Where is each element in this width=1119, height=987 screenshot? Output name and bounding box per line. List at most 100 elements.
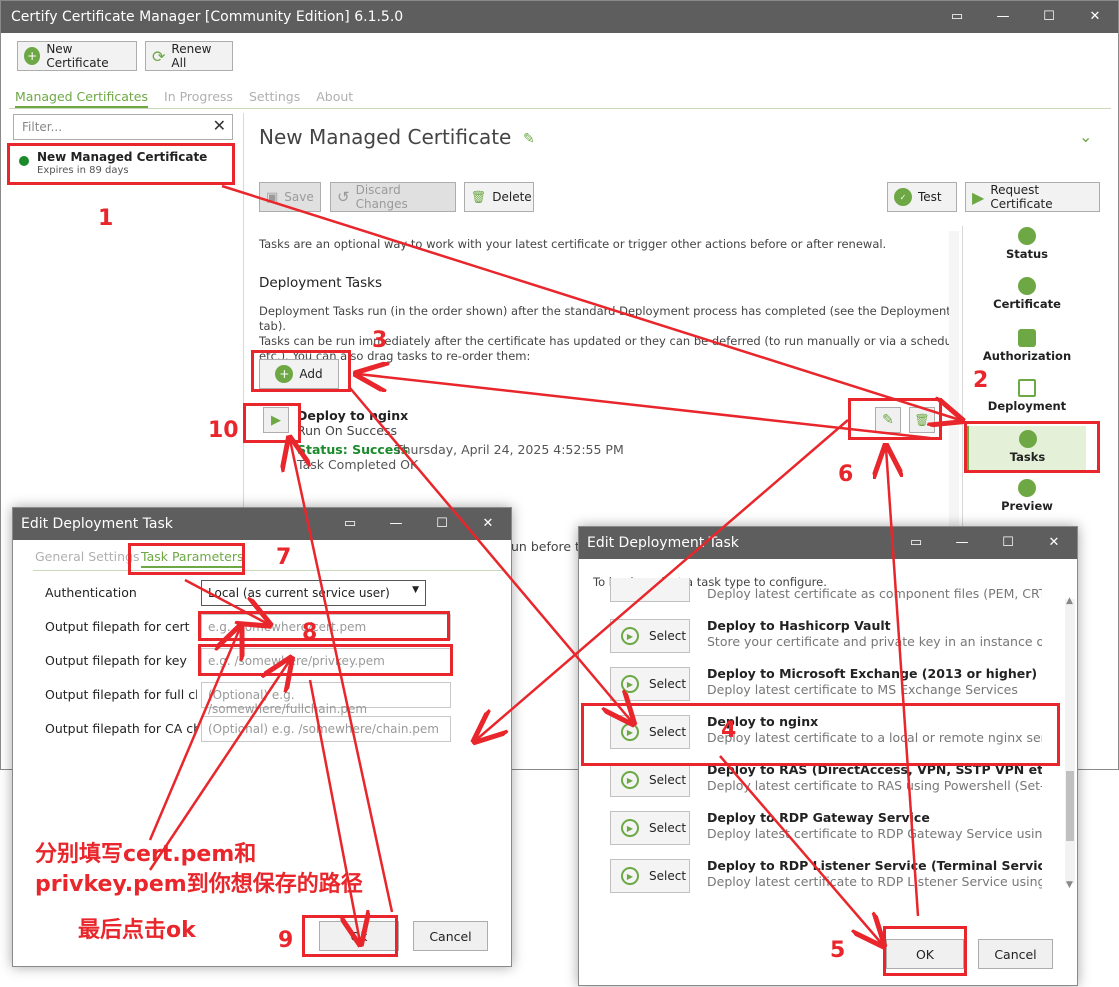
copy-icon: [1018, 379, 1036, 397]
highlight-add: [251, 350, 351, 392]
select-button[interactable]: ▶ Select: [610, 619, 690, 653]
step-number-4: 4: [721, 718, 737, 743]
scrollbar[interactable]: [1065, 599, 1075, 884]
minimize-icon[interactable]: —: [939, 527, 985, 559]
certificate-icon: [1018, 277, 1036, 295]
scroll-up-icon[interactable]: ▲: [1066, 596, 1073, 606]
step-number-7: 7: [276, 545, 292, 570]
undo-icon: ↺: [337, 188, 350, 206]
edit-icon[interactable]: ✎: [523, 131, 535, 147]
partial-row-text: Deploy latest certificate as component f…: [707, 586, 1042, 600]
highlight-nginx: [581, 703, 1060, 766]
new-certificate-button[interactable]: + New Certificate: [17, 41, 137, 71]
snap-icon[interactable]: ▭: [893, 527, 939, 559]
annotation-note-line1: 分别填写cert.pem和: [35, 842, 257, 867]
maximize-icon[interactable]: ☐: [419, 508, 465, 540]
discard-changes-button[interactable]: ↺ Discard Changes: [330, 182, 456, 212]
play-icon: ▶: [621, 771, 639, 789]
trash-icon: 🗑: [471, 190, 487, 204]
nav-authorization[interactable]: Authorization: [967, 329, 1087, 363]
minimize-icon[interactable]: —: [373, 508, 419, 540]
list-item: ▶ Select Deploy to Hashicorp Vault Store yo…: [610, 618, 1065, 663]
minimize-icon[interactable]: —: [980, 1, 1026, 33]
select-button[interactable]: ▶ Select: [610, 811, 690, 845]
step-number-5: 5: [830, 938, 846, 963]
dialog-titlebar: Edit Deployment Task ▭ — ☐ ✕: [13, 508, 511, 540]
filter-input[interactable]: Filter... ✕: [13, 114, 233, 140]
fullchain-path-label: Output filepath for full chai: [45, 687, 197, 702]
ca-chain-path-input[interactable]: (Optional) e.g. /somewhere/chain.pem: [201, 716, 451, 742]
test-button[interactable]: ✓ Test: [887, 182, 957, 212]
step-number-2: 2: [973, 368, 989, 393]
partial-text: un before th: [511, 539, 588, 554]
highlight-managed-cert: [7, 143, 235, 185]
task-title: Deploy to nginx: [297, 408, 409, 423]
play-icon: ▶: [621, 819, 639, 837]
select-button[interactable]: ▶ Select: [610, 667, 690, 701]
tab-settings[interactable]: Settings: [249, 89, 300, 108]
tab-general-settings[interactable]: General Settings: [35, 549, 140, 564]
task-result: Task Completed OK: [297, 457, 419, 472]
list-item: ▶ Select Deploy to RAS (DirectAccess, VPN,…: [610, 762, 1065, 807]
nav-certificate[interactable]: Certificate: [967, 277, 1087, 311]
deployment-tasks-heading: Deployment Tasks: [259, 275, 383, 291]
close-icon[interactable]: ✕: [1031, 527, 1077, 559]
nav-status[interactable]: Status: [967, 227, 1087, 261]
cancel-button[interactable]: Cancel: [413, 921, 488, 951]
cancel-button[interactable]: Cancel: [978, 939, 1053, 969]
save-icon: ▣: [266, 189, 279, 205]
highlight-tasks: [964, 421, 1100, 473]
plus-icon: +: [24, 47, 41, 65]
renew-all-button[interactable]: ⟳ Renew All: [145, 41, 233, 71]
deployment-tasks-description: Deployment Tasks run (in the order shown…: [259, 304, 959, 363]
authentication-select[interactable]: Local (as current service user) ▼: [201, 580, 426, 606]
snap-icon[interactable]: ▭: [934, 1, 980, 33]
status-badge: Status: Success: [297, 442, 409, 457]
select-button[interactable]: ▶ Select: [610, 763, 690, 797]
delete-button[interactable]: 🗑 Delete: [464, 182, 534, 212]
select-button-partial[interactable]: [610, 578, 690, 602]
cert-path-label: Output filepath for cert: [45, 619, 190, 634]
play-icon: ▶: [621, 675, 639, 693]
fullchain-path-input[interactable]: (Optional) e.g. /somewhere/fullchain.pem: [201, 682, 451, 716]
close-icon[interactable]: ✕: [1072, 1, 1118, 33]
tab-in-progress[interactable]: In Progress: [164, 89, 233, 108]
close-icon[interactable]: ✕: [465, 508, 511, 540]
play-icon: ▶: [972, 187, 985, 207]
refresh-icon: ⟳: [152, 46, 166, 66]
page-title: New Managed Certificate: [259, 125, 512, 149]
list-item: ▶ Select Deploy to RDP Gateway Service Depl…: [610, 810, 1065, 855]
chevron-down-icon[interactable]: ⌄: [1079, 127, 1092, 146]
list-item: ▶ Select Deploy to RDP Listener Service (T…: [610, 858, 1065, 903]
highlight-cert: [198, 611, 450, 641]
request-certificate-button[interactable]: ▶ Request Certificate: [965, 182, 1100, 212]
step-number-9: 9: [278, 928, 294, 953]
highlight-run: [243, 403, 301, 443]
step-number-8: 8: [302, 620, 318, 645]
step-number-10: 10: [208, 418, 239, 443]
tab-about[interactable]: About: [316, 89, 353, 108]
step-number-1: 1: [98, 206, 114, 231]
select-button[interactable]: ▶ Select: [610, 859, 690, 893]
highlight-key: [198, 644, 453, 676]
step-number-3: 3: [372, 328, 388, 353]
maximize-icon[interactable]: ☐: [985, 527, 1031, 559]
clear-icon[interactable]: ✕: [213, 116, 226, 135]
key-path-label: Output filepath for key: [45, 653, 187, 668]
snap-icon[interactable]: ▭: [327, 508, 373, 540]
authentication-label: Authentication: [45, 585, 137, 600]
scroll-down-icon[interactable]: ▼: [1066, 880, 1073, 890]
tab-managed-certificates[interactable]: Managed Certificates: [15, 89, 149, 108]
lock-icon: [1018, 329, 1036, 347]
check-icon: ✓: [894, 188, 912, 206]
annotation-note-line2: privkey.pem到你想保存的路径: [35, 872, 363, 897]
save-button[interactable]: ▣ Save: [259, 182, 321, 212]
maximize-icon[interactable]: ☐: [1026, 1, 1072, 33]
window-titlebar: Certify Certificate Manager [Community E…: [1, 1, 1118, 33]
main-tabs: Managed Certificates In Progress Setting…: [15, 89, 353, 108]
nav-preview[interactable]: Preview: [967, 479, 1087, 513]
window-title: Certify Certificate Manager [Community E…: [11, 9, 404, 25]
highlight-params-tab: [128, 543, 245, 575]
chevron-down-icon: ▼: [412, 585, 419, 595]
tasks-intro: Tasks are an optional way to work with y…: [259, 237, 887, 251]
